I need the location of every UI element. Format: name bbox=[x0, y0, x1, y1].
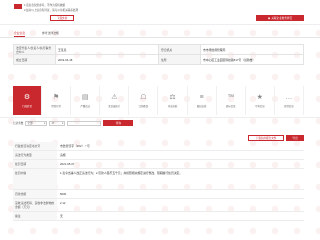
category-judicial[interactable]: ⚖ 司法协助 bbox=[158, 86, 188, 115]
list-icon: ▤ bbox=[81, 93, 89, 101]
export-button[interactable]: 导出 bbox=[286, 135, 304, 141]
star-icon: ★ bbox=[256, 93, 263, 101]
detail-label: 行政处罚决定书文号 bbox=[13, 142, 57, 150]
detail-value: 违规 bbox=[60, 153, 66, 157]
category-other[interactable]: … 其他信息 bbox=[275, 86, 304, 115]
chevron-down-icon: ▾ bbox=[62, 121, 64, 125]
info-label: 登记机关 bbox=[158, 44, 201, 55]
search-button[interactable]: 查询 bbox=[103, 120, 134, 126]
detail-value: 2.12 bbox=[60, 201, 66, 205]
detail-label: 处罚内容 bbox=[13, 169, 57, 189]
table-row: 法定代表人/负责人/执行事务合伙人 王某某 登记机关 市市场监督管理局 bbox=[13, 44, 304, 55]
info-label: 住所 bbox=[158, 54, 201, 65]
tab-legal-references[interactable]: 参考法律法规 bbox=[42, 31, 59, 35]
detail-row: 没收违法所得、没收非法财物的金额（万元） 2.12 bbox=[13, 199, 304, 212]
info-value: 王某某 bbox=[55, 44, 159, 55]
detail-row: 罚款金额 5000 bbox=[13, 190, 304, 199]
category-dishonest[interactable]: ⚠ 失信被执行 bbox=[100, 86, 130, 115]
document-icon: ▣ bbox=[267, 16, 271, 20]
detail-row: 处罚日期 2021-05-07 bbox=[13, 160, 304, 169]
menu-icon: ≡ bbox=[199, 93, 204, 101]
count-select[interactable]: 17 ▾ bbox=[49, 120, 66, 126]
detail-row: 行政处罚决定书文号 市监管罚字〔202〕㇀号 bbox=[13, 142, 304, 151]
trademark-icon: ™ bbox=[227, 93, 235, 101]
enterprise-info-table: 法定代表人/负责人/执行事务合伙人 王某某 登记机关 市市场监督管理局 成立日期… bbox=[13, 44, 304, 65]
keyword-input[interactable] bbox=[67, 120, 102, 126]
related-report-button[interactable]: ▣ 关联企业财务状况 bbox=[256, 15, 304, 21]
category-admin-penalty[interactable]: ⚙ 行政处罚 bbox=[13, 86, 43, 115]
category-trademark[interactable]: ™ 商标信息 bbox=[217, 86, 246, 115]
warning-label bbox=[14, 4, 22, 9]
info-label: 成立日期 bbox=[13, 54, 56, 65]
download-report-button[interactable]: 下载信用报告文件 bbox=[248, 135, 284, 141]
table-row: 成立日期 2019-04-18 住所 市中心区工业园区科技路517号（试验楼） bbox=[13, 54, 304, 65]
scales-icon: ⚖ bbox=[169, 93, 176, 101]
category-serious-violation[interactable]: ▤ 严重违法 bbox=[71, 86, 101, 115]
detail-row: 处罚内容 1.责令当事人改正违法行为；2.罚款人民币五千元；并按照相关规定进行整改… bbox=[13, 169, 304, 190]
detail-value: 1.责令当事人改正违法行为；2.罚款人民币五千元；并按照相关规定进行整改，限期履… bbox=[60, 171, 183, 175]
detail-value: 2021-05-07 bbox=[60, 162, 75, 166]
box-icon: ☖ bbox=[140, 93, 147, 101]
detail-label: 没收违法所得、没收非法财物的金额（万元） bbox=[13, 199, 57, 211]
info-value: 市市场监督管理局 bbox=[200, 44, 304, 55]
gear-icon: ⚙ bbox=[23, 93, 31, 101]
penalty-detail-list: 行政处罚决定书文号 市监管罚字〔202〕㇀号 违法行为类型 违规 处罚日期 2021-… bbox=[13, 142, 304, 221]
notice-line-1: 1.该信息仅供参考，不作为任何依据 bbox=[24, 4, 66, 7]
detail-row: 违法行为类型 违规 bbox=[13, 151, 304, 160]
detail-value: 无 bbox=[60, 214, 63, 218]
divider bbox=[0, 117, 320, 118]
detail-row: 备注无 bbox=[13, 212, 304, 221]
category-abnormal[interactable]: ⚑ 经营异常 bbox=[42, 86, 72, 115]
more-icon: … bbox=[285, 93, 293, 101]
detail-label: 罚款金额 bbox=[13, 190, 57, 198]
notice-line-2: 2.如对以上信息有异议，请与公示机关联系处理 bbox=[24, 9, 79, 12]
chevron-down-icon: ▾ bbox=[44, 121, 46, 125]
filter-label: 记录条数 bbox=[13, 122, 24, 125]
detail-value: 5000 bbox=[60, 192, 67, 196]
flag-icon: ⚑ bbox=[53, 93, 60, 101]
detail-label: 备注 bbox=[13, 212, 57, 220]
info-value: 市中心区工业园区科技路517号（试验楼） bbox=[200, 54, 304, 65]
type-select[interactable]: 全部 ▾ bbox=[25, 120, 48, 126]
category-icon-row: ⚙ 行政处罚 ⚑ 经营异常 ▤ 严重违法 ⚠ 失信被执行 ☖ 注销备案 ⚖ 司法协助 ≡ 股权… bbox=[13, 86, 304, 115]
notice-bar: 1.该信息仅供参考，不作为任何依据 2.如对以上信息有异议，请与公示机关联系处理… bbox=[0, 0, 320, 25]
warning-icon: ⚠ bbox=[111, 93, 118, 101]
info-value: 2019-04-18 bbox=[55, 54, 159, 65]
detail-label: 处罚日期 bbox=[13, 160, 57, 168]
tab-bar: 企业信息 参考法律法规 bbox=[0, 30, 320, 38]
category-patent[interactable]: ★ 专利信息 bbox=[246, 86, 275, 115]
category-equity-pledge[interactable]: ≡ 股权出质 bbox=[188, 86, 217, 115]
detail-value: 市监管罚字〔202〕㇀号 bbox=[60, 144, 90, 148]
info-label: 法定代表人/负责人/执行事务合伙人 bbox=[13, 44, 56, 55]
download-document-button[interactable]: 下载文书 bbox=[50, 15, 74, 21]
category-cancel-record[interactable]: ☖ 注销备案 bbox=[129, 86, 159, 115]
tab-enterprise-info[interactable]: 企业信息 bbox=[14, 31, 26, 37]
filter-bar: 记录条数 全部 ▾ 17 ▾ 查询 bbox=[13, 119, 134, 127]
detail-label: 违法行为类型 bbox=[13, 151, 57, 159]
